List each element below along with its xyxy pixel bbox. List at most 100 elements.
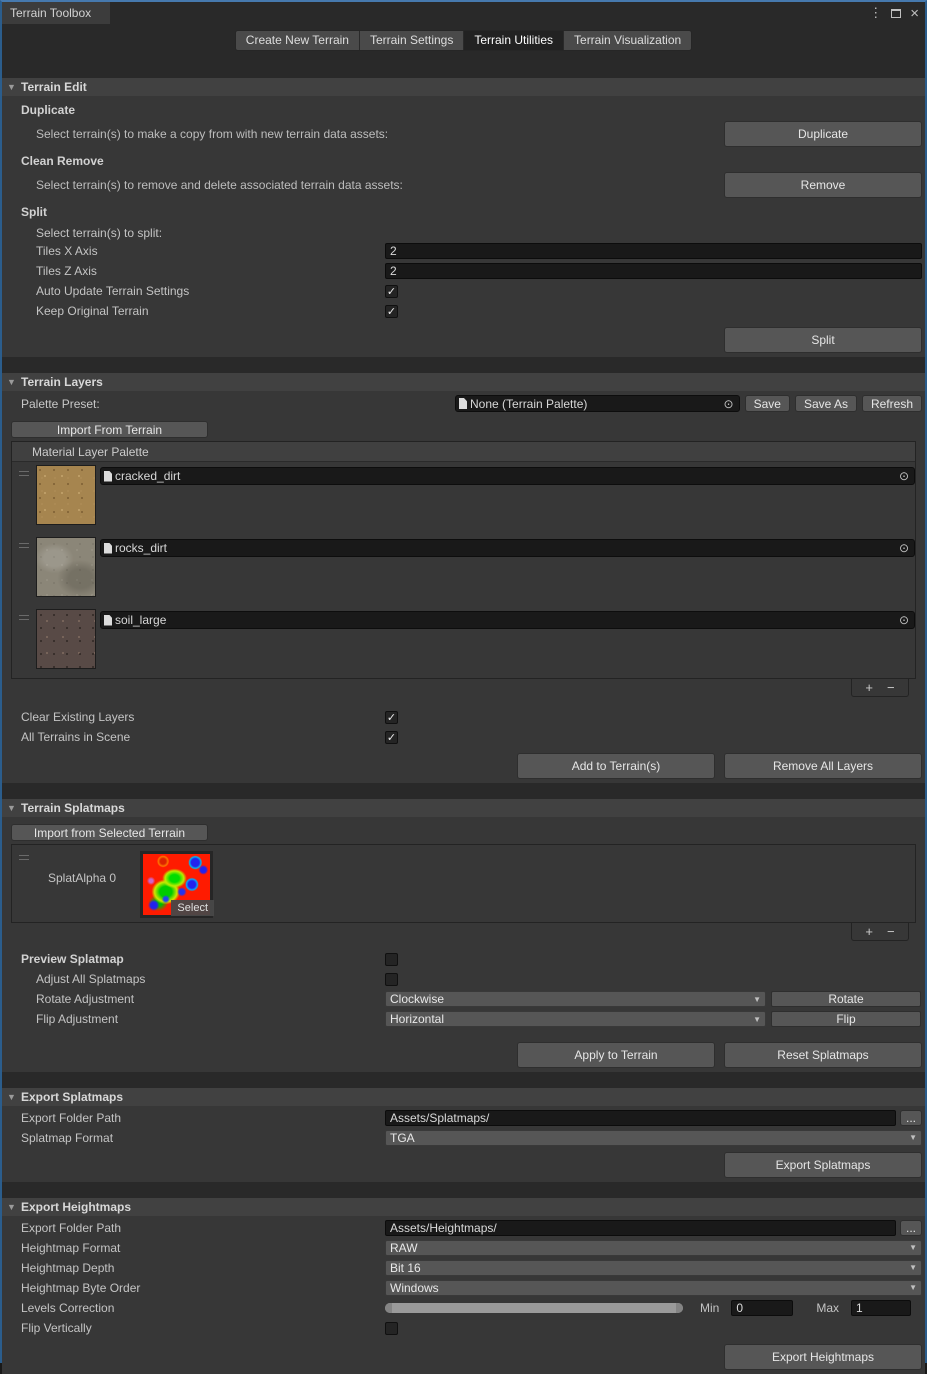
- all-terrains-checkbox[interactable]: [385, 731, 398, 744]
- remove-button[interactable]: Remove: [724, 172, 922, 198]
- heightmap-byte-order-value: Windows: [390, 1281, 439, 1295]
- browse-button[interactable]: ...: [900, 1110, 922, 1126]
- splatmap-format-dropdown[interactable]: TGA ▼: [385, 1130, 922, 1146]
- export-folder-path-input[interactable]: [385, 1110, 896, 1126]
- duplicate-description: Select terrain(s) to make a copy from wi…: [36, 127, 724, 141]
- tab-terrain-utilities[interactable]: Terrain Utilities: [464, 31, 564, 50]
- split-button[interactable]: Split: [724, 327, 922, 353]
- drag-handle-icon[interactable]: [19, 543, 29, 548]
- add-to-terrains-button[interactable]: Add to Terrain(s): [517, 753, 715, 779]
- object-picker-icon[interactable]: ⊙: [897, 541, 911, 555]
- tiles-x-input[interactable]: [385, 243, 922, 259]
- import-from-terrain-button[interactable]: Import From Terrain: [11, 421, 208, 438]
- duplicate-button[interactable]: Duplicate: [724, 121, 922, 147]
- layer-thumbnail[interactable]: [36, 609, 96, 669]
- tab-terrain-settings[interactable]: Terrain Settings: [360, 31, 464, 50]
- add-splat-button[interactable]: +: [865, 925, 873, 938]
- browse-button[interactable]: ...: [900, 1220, 922, 1236]
- duplicate-row: Select terrain(s) to make a copy from wi…: [2, 120, 925, 147]
- adjust-all-checkbox[interactable]: [385, 973, 398, 986]
- min-label: Min: [700, 1301, 719, 1315]
- min-input[interactable]: [731, 1300, 793, 1316]
- export-splatmaps-header[interactable]: ▼ Export Splatmaps: [2, 1088, 925, 1106]
- select-button[interactable]: Select: [171, 900, 214, 916]
- layer-thumbnail[interactable]: [36, 465, 96, 525]
- close-icon[interactable]: ×: [910, 6, 919, 21]
- auto-update-checkbox[interactable]: [385, 285, 398, 298]
- export-heightmaps-button[interactable]: Export Heightmaps: [724, 1344, 922, 1370]
- terrain-edit-header[interactable]: ▼ Terrain Edit: [2, 78, 925, 96]
- remove-all-layers-button[interactable]: Remove All Layers: [724, 753, 922, 779]
- layer-objectfield[interactable]: rocks_dirt ⊙: [100, 539, 915, 557]
- reset-splatmaps-button[interactable]: Reset Splatmaps: [724, 1042, 922, 1068]
- window-tab[interactable]: Terrain Toolbox: [2, 2, 110, 24]
- flip-vertically-checkbox[interactable]: [385, 1322, 398, 1335]
- asset-icon: [104, 471, 112, 482]
- preview-splatmap-checkbox[interactable]: [385, 953, 398, 966]
- flip-adjustment-dropdown[interactable]: Horizontal ▼: [385, 1011, 766, 1027]
- heightmap-format-label: Heightmap Format: [21, 1241, 120, 1255]
- foldout-icon[interactable]: ▼: [2, 82, 21, 92]
- terrain-splatmaps-header[interactable]: ▼ Terrain Splatmaps: [2, 799, 925, 817]
- foldout-icon[interactable]: ▼: [2, 377, 21, 387]
- rotate-adjustment-value: Clockwise: [390, 992, 444, 1006]
- rotate-button[interactable]: Rotate: [771, 991, 921, 1007]
- heightmap-byte-order-dropdown[interactable]: Windows ▼: [385, 1280, 922, 1296]
- terrain-layers-header[interactable]: ▼ Terrain Layers: [2, 373, 925, 391]
- save-button[interactable]: Save: [745, 395, 790, 412]
- clear-existing-checkbox[interactable]: [385, 711, 398, 724]
- import-from-selected-terrain-button[interactable]: Import from Selected Terrain: [11, 824, 208, 841]
- remove-splat-button[interactable]: −: [887, 925, 895, 938]
- foldout-icon[interactable]: ▼: [2, 1202, 21, 1212]
- layer-thumbnail[interactable]: [36, 537, 96, 597]
- foldout-icon[interactable]: ▼: [2, 1092, 21, 1102]
- chevron-down-icon: ▼: [909, 1263, 917, 1272]
- add-layer-button[interactable]: +: [865, 681, 873, 694]
- levels-correction-slider[interactable]: [385, 1303, 683, 1313]
- splat-label: SplatAlpha 0: [48, 871, 140, 885]
- slider-max-handle[interactable]: [676, 1303, 683, 1313]
- drag-handle-icon[interactable]: [19, 855, 29, 860]
- refresh-button[interactable]: Refresh: [862, 395, 922, 412]
- export-folder-path-input[interactable]: [385, 1220, 896, 1236]
- window-title: Terrain Toolbox: [10, 6, 91, 20]
- drag-handle-icon[interactable]: [19, 615, 29, 620]
- heightmap-depth-dropdown[interactable]: Bit 16 ▼: [385, 1260, 922, 1276]
- max-input[interactable]: [851, 1300, 911, 1316]
- layer-name: rocks_dirt: [115, 541, 167, 555]
- keep-original-checkbox[interactable]: [385, 305, 398, 318]
- palette-preset-objectfield[interactable]: None (Terrain Palette) ⊙: [455, 395, 740, 412]
- flip-button[interactable]: Flip: [771, 1011, 921, 1027]
- section-title: Terrain Splatmaps: [21, 801, 125, 815]
- save-as-button[interactable]: Save As: [795, 395, 857, 412]
- layer-objectfield[interactable]: cracked_dirt ⊙: [100, 467, 915, 485]
- layer-row[interactable]: cracked_dirt ⊙: [12, 462, 915, 534]
- layer-objectfield[interactable]: soil_large ⊙: [100, 611, 915, 629]
- chevron-down-icon: ▼: [909, 1283, 917, 1292]
- tiles-z-input[interactable]: [385, 263, 922, 279]
- drag-handle-icon[interactable]: [19, 471, 29, 476]
- layer-row[interactable]: soil_large ⊙: [12, 606, 915, 678]
- object-picker-icon[interactable]: ⊙: [897, 469, 911, 483]
- tab-create-new-terrain[interactable]: Create New Terrain: [236, 31, 360, 50]
- preview-splatmap-label: Preview Splatmap: [21, 952, 124, 966]
- apply-to-terrain-button[interactable]: Apply to Terrain: [517, 1042, 715, 1068]
- rotate-adjustment-dropdown[interactable]: Clockwise ▼: [385, 991, 766, 1007]
- tab-terrain-visualization[interactable]: Terrain Visualization: [564, 31, 691, 50]
- slider-min-handle[interactable]: [385, 1303, 392, 1313]
- splatmap-thumbnail[interactable]: Select: [140, 851, 213, 918]
- splat-row[interactable]: SplatAlpha 0 Select: [12, 845, 915, 922]
- layer-row[interactable]: rocks_dirt ⊙: [12, 534, 915, 606]
- object-picker-icon[interactable]: ⊙: [897, 613, 911, 627]
- chevron-down-icon: ▼: [909, 1243, 917, 1252]
- menu-icon[interactable]: ⋮: [869, 5, 882, 21]
- export-splatmaps-button[interactable]: Export Splatmaps: [724, 1152, 922, 1178]
- object-picker-icon[interactable]: ⊙: [722, 397, 736, 411]
- maximize-icon[interactable]: [891, 9, 901, 18]
- remove-layer-button[interactable]: −: [887, 681, 895, 694]
- heightmap-format-dropdown[interactable]: RAW ▼: [385, 1240, 922, 1256]
- export-heightmaps-header[interactable]: ▼ Export Heightmaps: [2, 1198, 925, 1216]
- foldout-icon[interactable]: ▼: [2, 803, 21, 813]
- tiles-z-row: Tiles Z Axis: [2, 261, 925, 281]
- clean-remove-row: Select terrain(s) to remove and delete a…: [2, 171, 925, 198]
